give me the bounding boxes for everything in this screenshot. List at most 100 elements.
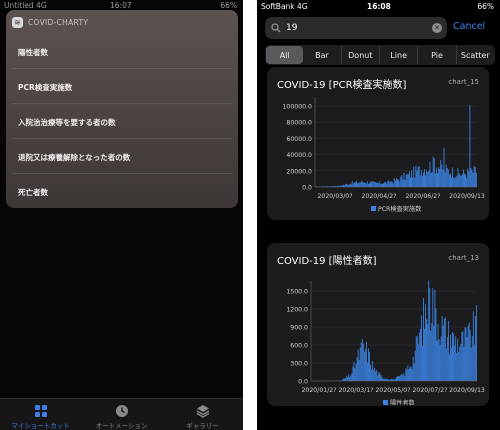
bar xyxy=(429,288,431,381)
bar xyxy=(474,316,476,381)
bar xyxy=(443,147,445,187)
tab-my-shortcuts[interactable]: マイショートカット xyxy=(0,399,81,430)
x-tick-label: 2020/03/1? xyxy=(338,387,373,394)
bar xyxy=(472,311,474,381)
widget-item-hospitalized[interactable]: 入院治治療等を要する者の数 xyxy=(12,106,232,139)
bar xyxy=(380,183,382,187)
bar xyxy=(351,373,353,381)
search-input[interactable]: 19 ✕ xyxy=(265,17,447,39)
bar xyxy=(358,182,360,187)
bar xyxy=(375,371,377,381)
right-phone-screen: SoftBank 4G 16:08 66% 19 ✕ Cancel All Ba… xyxy=(257,0,500,430)
bar xyxy=(392,183,394,187)
bar xyxy=(401,175,403,187)
clock-label: 16:08 xyxy=(367,2,391,11)
bar xyxy=(385,181,387,187)
filter-all[interactable]: All xyxy=(266,46,304,64)
bar xyxy=(351,181,353,187)
widget-item-pcr-tests[interactable]: PCR検査実施数 xyxy=(12,71,232,104)
bar xyxy=(430,172,432,187)
chart-card-pcr[interactable]: COVID-19 [PCR検査実施数] chart_15 0.0 20000.0 4… xyxy=(267,67,489,220)
bar xyxy=(378,371,380,381)
bar xyxy=(460,175,462,187)
clear-search-icon[interactable]: ✕ xyxy=(432,23,442,33)
bar xyxy=(457,338,459,381)
bar xyxy=(451,347,452,381)
bar xyxy=(438,339,440,381)
bar xyxy=(467,325,469,381)
bar xyxy=(354,182,356,187)
chart-card-positives[interactable]: COVID-19 [陽性者数] chart_13 0.0 300.0 600.0 90… xyxy=(267,243,489,406)
bar xyxy=(405,368,407,381)
bar xyxy=(375,182,377,187)
bar xyxy=(360,182,362,187)
bar xyxy=(466,337,468,381)
bar xyxy=(367,362,368,381)
bar xyxy=(455,176,457,187)
bar xyxy=(445,348,447,381)
bar xyxy=(416,171,418,187)
bar xyxy=(343,378,345,381)
bar xyxy=(417,166,419,187)
bar xyxy=(344,378,346,381)
bar xyxy=(443,319,445,381)
bar xyxy=(343,184,344,187)
bar xyxy=(427,171,429,187)
bar xyxy=(456,175,458,187)
bar xyxy=(425,303,427,381)
bar xyxy=(403,373,405,381)
bar xyxy=(473,344,475,381)
bar xyxy=(399,181,401,187)
bar xyxy=(365,342,367,381)
widget-item-deaths[interactable]: 死亡者数 xyxy=(12,176,232,209)
bar xyxy=(470,167,472,187)
bar xyxy=(404,179,406,187)
pcr-bar-chart: 0.0 20000.0 40000.0 60000.0 80000.0 100000.0 2… xyxy=(282,97,485,213)
tab-gallery[interactable]: ギャラリー xyxy=(162,399,243,430)
bar xyxy=(430,330,432,381)
x-tick-label: 2020/09/13 xyxy=(449,387,485,394)
y-tick-label: 100000.0 xyxy=(282,104,312,111)
bar xyxy=(384,182,386,187)
bar xyxy=(475,172,477,187)
bar xyxy=(353,361,355,381)
tab-automation[interactable]: オートメーション xyxy=(81,399,162,430)
bar xyxy=(361,180,363,187)
cancel-button[interactable]: Cancel xyxy=(453,21,485,32)
bar xyxy=(382,378,384,381)
grid-icon xyxy=(34,405,47,417)
bar xyxy=(432,288,434,381)
bar xyxy=(350,184,352,187)
bar xyxy=(444,172,446,187)
widget-item-positives[interactable]: 陽性者数 xyxy=(12,36,232,69)
bar xyxy=(447,169,449,187)
filter-bar[interactable]: Bar xyxy=(303,46,342,64)
x-tick-label: 2020/07/2? xyxy=(412,387,447,394)
bar xyxy=(423,172,424,187)
bar xyxy=(441,316,443,381)
bar xyxy=(363,351,365,381)
widget-item-discharged[interactable]: 退院又は療養解除となった者の数 xyxy=(12,141,232,174)
bar xyxy=(456,352,458,381)
positives-bar-chart: 0.0 300.0 600.0 900.0 1200.0 1500.0 2020/01/2?… xyxy=(286,280,485,405)
bar xyxy=(365,183,367,187)
filter-line[interactable]: Line xyxy=(380,46,419,64)
legend-label: PCR検査実施数 xyxy=(378,205,422,213)
bar xyxy=(419,328,421,381)
bar xyxy=(475,304,477,381)
bar xyxy=(469,330,471,381)
bar xyxy=(384,378,386,381)
bar xyxy=(442,325,444,381)
bar xyxy=(434,289,436,381)
bar xyxy=(391,181,393,187)
bar xyxy=(396,178,397,187)
bar xyxy=(369,351,370,381)
bar xyxy=(410,177,411,187)
legend-swatch xyxy=(371,206,376,211)
filter-donut[interactable]: Donut xyxy=(342,46,380,64)
filter-scatter[interactable]: Scatter xyxy=(457,46,494,64)
bar xyxy=(460,343,462,381)
filter-pie[interactable]: Pie xyxy=(418,46,457,64)
battery-label: 66% xyxy=(220,1,237,10)
bar xyxy=(462,331,464,381)
